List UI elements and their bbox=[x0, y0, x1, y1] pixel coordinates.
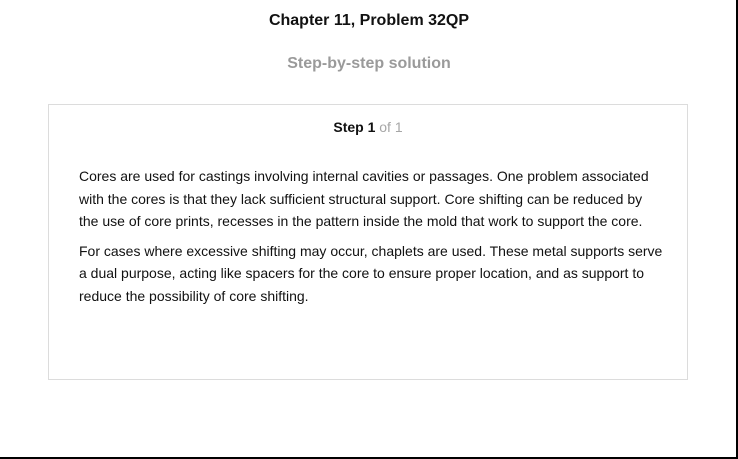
step-paragraph: Cores are used for castings involving in… bbox=[79, 168, 649, 229]
step-card: Step 1 of 1 Cores are used for castings … bbox=[48, 104, 688, 380]
solution-subtitle: Step-by-step solution bbox=[287, 55, 451, 72]
step-body: Cores are used for castings involving in… bbox=[79, 165, 665, 314]
step-total: of 1 bbox=[379, 119, 403, 135]
page-title: Chapter 11, Problem 32QP bbox=[268, 12, 470, 29]
step-paragraph: For cases where excessive shifting may o… bbox=[79, 242, 663, 304]
step-header: Step 1 of 1 bbox=[49, 119, 687, 135]
step-number: Step 1 bbox=[333, 119, 376, 135]
